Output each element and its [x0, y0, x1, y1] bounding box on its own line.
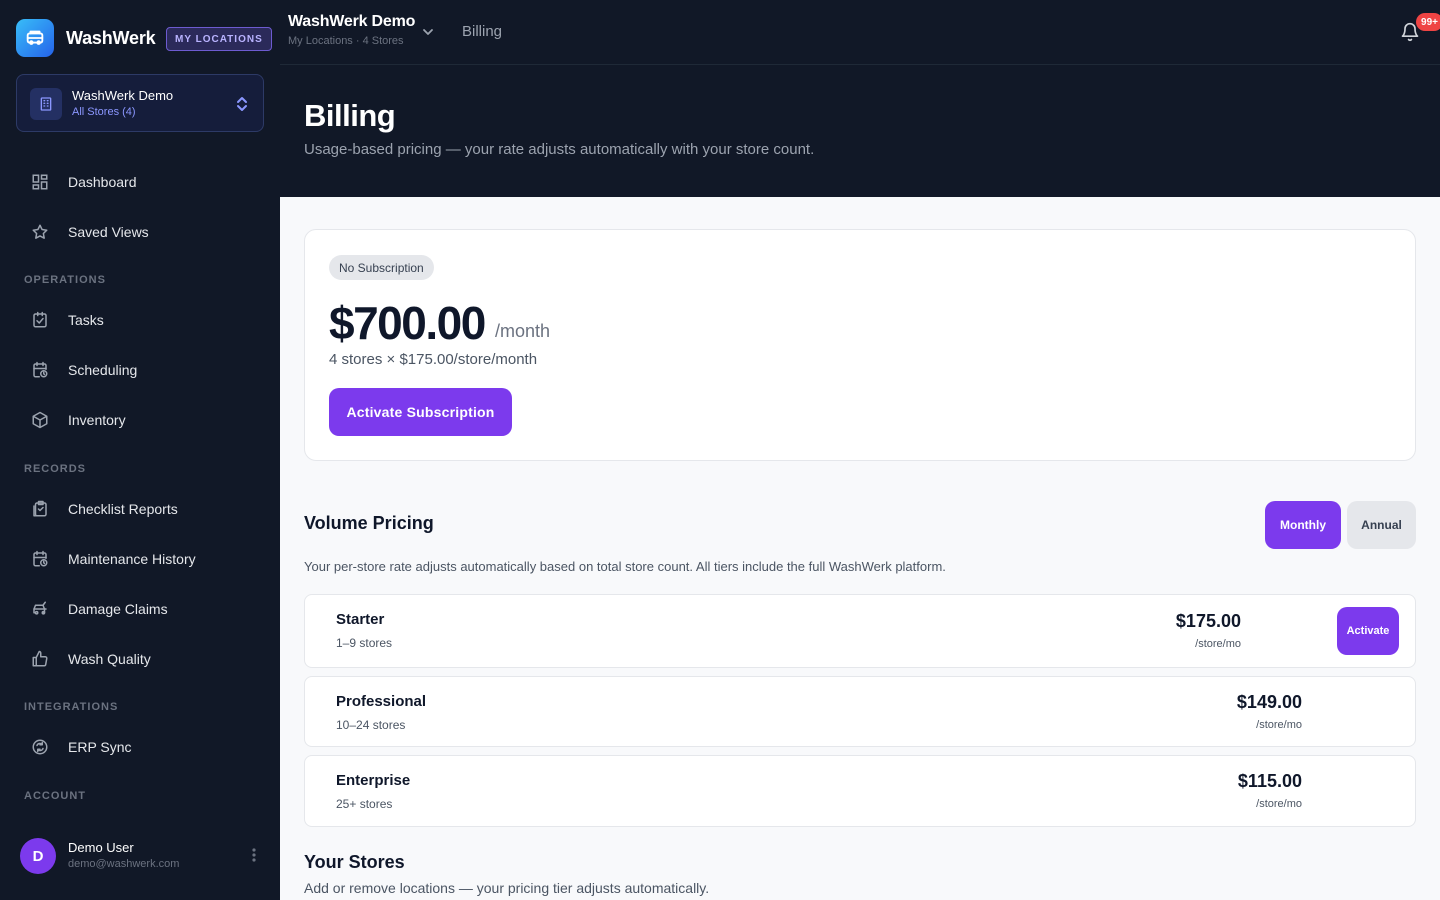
- store-switcher-scope: All Stores (4): [72, 106, 136, 118]
- tier-unit: /store/mo: [1256, 798, 1302, 810]
- sidebar-item-label: ERP Sync: [68, 739, 132, 755]
- subscription-card: No Subscription $700.00 /month 4 stores …: [304, 229, 1416, 461]
- sidebar-item-label: Inventory: [68, 412, 126, 428]
- brand-name: WashWerk: [66, 27, 156, 48]
- star-icon: [31, 223, 49, 241]
- sync-icon: [31, 738, 49, 756]
- tier-price: $175.00: [1175, 611, 1241, 631]
- monthly-amount: $700.00: [329, 297, 486, 349]
- notification-count-badge: 99+: [1416, 13, 1440, 31]
- more-vertical-icon[interactable]: [252, 848, 256, 867]
- tier-row-enterprise: Enterprise 25+ stores $115.00 /store/mo: [304, 755, 1416, 827]
- car-damage-icon: [31, 600, 49, 618]
- section-label-operations: OPERATIONS: [24, 274, 106, 286]
- billing-monthly-toggle[interactable]: Monthly: [1265, 501, 1341, 549]
- calendar-history-icon: [31, 550, 49, 568]
- clipboard-list-icon: [31, 500, 49, 518]
- sidebar-item-inventory[interactable]: Inventory: [16, 400, 264, 440]
- section-label-integrations: INTEGRATIONS: [24, 701, 119, 713]
- tier-name: Professional: [336, 693, 427, 710]
- clipboard-check-icon: [31, 311, 49, 329]
- sidebar-item-label: Wash Quality: [68, 651, 151, 667]
- sidebar-item-scheduling[interactable]: Scheduling: [16, 350, 264, 390]
- amount-calculation: 4 stores × $175.00/store/month: [329, 351, 538, 368]
- tier-range: 10–24 stores: [336, 718, 406, 732]
- sidebar-item-damage-claims[interactable]: Damage Claims: [16, 589, 264, 629]
- activate-subscription-button[interactable]: Activate Subscription: [329, 388, 512, 436]
- volume-pricing-description: Your per-store rate adjusts automaticall…: [304, 559, 946, 574]
- topbar: WashWerk Demo My Locations · 4 Stores Bi…: [280, 0, 1440, 65]
- sidebar-item-label: Tasks: [68, 312, 104, 328]
- user-email: demo@washwerk.com: [68, 858, 180, 870]
- tier-row-starter: Starter 1–9 stores $175.00 /store/mo Act…: [304, 594, 1416, 668]
- tier-price: $149.00: [1236, 692, 1302, 712]
- org-subtitle: My Locations · 4 Stores: [288, 35, 404, 47]
- sidebar: WashWerk MY LOCATIONS WashWerk Demo All …: [0, 0, 280, 900]
- page-title: Billing: [304, 98, 396, 133]
- user-profile[interactable]: D Demo User demo@washwerk.com: [20, 838, 264, 874]
- tier-price: $115.00: [1237, 771, 1302, 791]
- status-badge: No Subscription: [329, 255, 434, 280]
- sidebar-item-maintenance-history[interactable]: Maintenance History: [16, 539, 264, 579]
- thumbs-up-icon: [31, 650, 49, 668]
- sidebar-item-label: Damage Claims: [68, 601, 168, 617]
- sidebar-item-label: Scheduling: [68, 362, 138, 378]
- sidebar-item-erp-sync[interactable]: ERP Sync: [16, 727, 264, 767]
- breadcrumb: Billing: [462, 23, 503, 40]
- chevron-updown-icon: [235, 95, 249, 118]
- your-stores-subtitle: Add or remove locations — your pricing t…: [304, 880, 710, 896]
- tier-unit: /store/mo: [1256, 719, 1302, 731]
- avatar: D: [20, 838, 56, 874]
- tier-unit: /store/mo: [1195, 638, 1241, 650]
- sidebar-item-label: Maintenance History: [68, 551, 196, 567]
- section-label-records: RECORDS: [24, 463, 87, 475]
- sidebar-item-label: Dashboard: [68, 174, 137, 190]
- dashboard-grid-icon: [31, 173, 49, 191]
- tier-range: 25+ stores: [336, 797, 393, 811]
- section-label-account: ACCOUNT: [24, 790, 86, 802]
- chevron-down-icon[interactable]: [422, 25, 434, 43]
- package-icon: [31, 411, 49, 429]
- tier-row-professional: Professional 10–24 stores $149.00 /store…: [304, 676, 1416, 747]
- page-header: Billing Usage-based pricing — your rate …: [280, 65, 1440, 197]
- my-locations-badge[interactable]: MY LOCATIONS: [166, 27, 272, 51]
- calendar-clock-icon: [31, 361, 49, 379]
- amount-period: /month: [495, 321, 551, 341]
- sidebar-item-dashboard[interactable]: Dashboard: [16, 162, 264, 202]
- volume-pricing-title: Volume Pricing: [304, 513, 434, 533]
- building-icon: [30, 88, 62, 120]
- store-switcher[interactable]: WashWerk Demo All Stores (4): [16, 74, 264, 132]
- page-subtitle: Usage-based pricing — your rate adjusts …: [304, 141, 815, 158]
- sidebar-item-checklist-reports[interactable]: Checklist Reports: [16, 489, 264, 529]
- tier-name: Enterprise: [336, 772, 411, 789]
- sidebar-item-label: Checklist Reports: [68, 501, 178, 517]
- sidebar-item-label: Saved Views: [68, 224, 149, 240]
- sidebar-item-saved-views[interactable]: Saved Views: [16, 212, 264, 252]
- activate-tier-button[interactable]: Activate: [1337, 607, 1399, 655]
- store-switcher-name: WashWerk Demo: [72, 88, 174, 103]
- org-title[interactable]: WashWerk Demo: [288, 13, 415, 31]
- sidebar-item-tasks[interactable]: Tasks: [16, 300, 264, 340]
- car-wash-logo-icon: [16, 19, 54, 57]
- your-stores-title: Your Stores: [304, 852, 405, 872]
- tier-name: Starter: [336, 611, 385, 628]
- user-name: Demo User: [68, 840, 134, 855]
- brand[interactable]: WashWerk: [16, 19, 156, 57]
- tier-range: 1–9 stores: [336, 636, 393, 650]
- sidebar-item-wash-quality[interactable]: Wash Quality: [16, 639, 264, 679]
- billing-annual-toggle[interactable]: Annual: [1347, 501, 1416, 549]
